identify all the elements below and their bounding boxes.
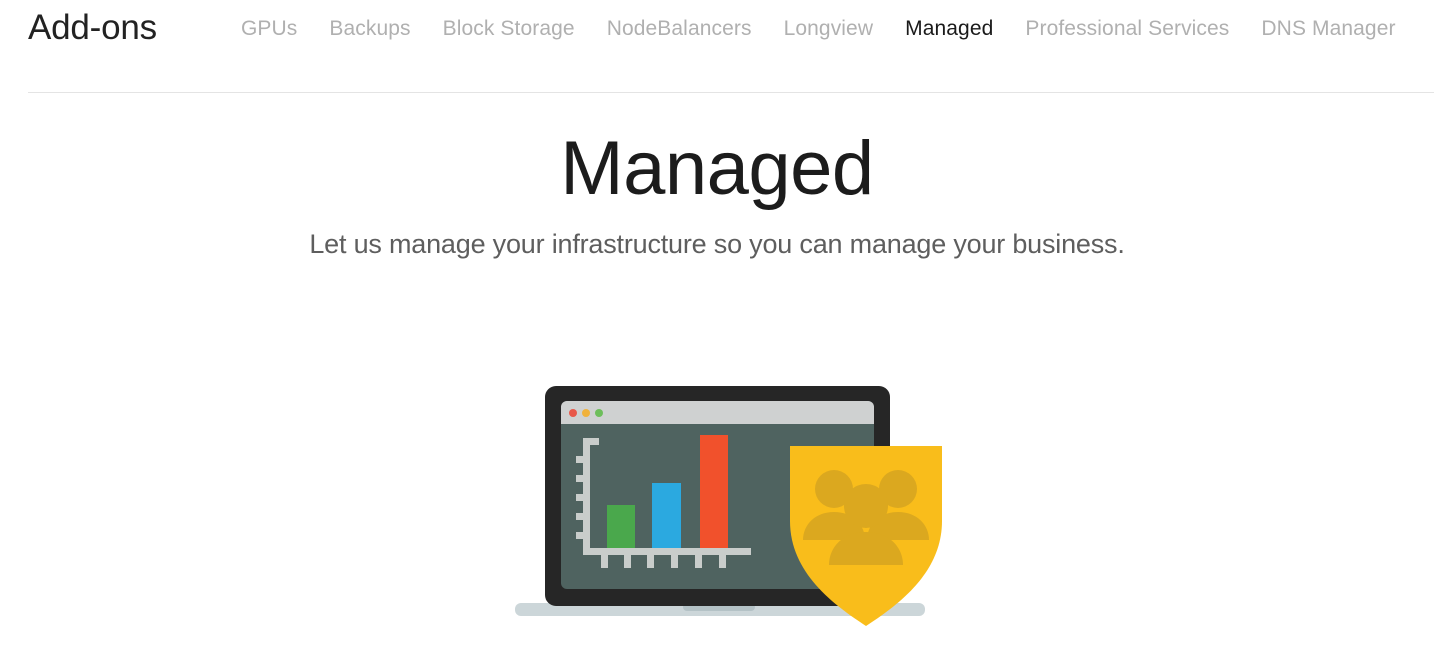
header-inner: Add-ons GPUs Backups Block Storage NodeB… [28,0,1434,92]
person-center-head [844,484,888,528]
chart-y-axis-cap [583,438,599,445]
nav-item-block-storage[interactable]: Block Storage [427,18,591,39]
chart-y-tick [576,475,590,482]
nav-item-nodebalancers[interactable]: NodeBalancers [591,18,768,39]
chart-x-tick [624,555,631,568]
maximize-dot-icon [595,409,603,417]
page-title: Add-ons [28,8,157,47]
chart-y-axis [583,438,590,548]
managed-illustration [497,372,957,640]
nav-item-longview[interactable]: Longview [768,18,890,39]
chart-x-tick [719,555,726,568]
chart-y-tick [576,513,590,520]
chart-x-axis [583,548,751,555]
bar-red [700,435,728,548]
chart-x-tick [647,555,654,568]
nav-item-professional-services[interactable]: Professional Services [1009,18,1245,39]
hero-subtitle: Let us manage your infrastructure so you… [309,229,1125,260]
nav-item-backups[interactable]: Backups [313,18,426,39]
chart-y-tick [576,494,590,501]
nav-item-gpus[interactable]: GPUs [225,18,313,39]
close-dot-icon [569,409,577,417]
chart-x-tick [601,555,608,568]
chart-y-tick [576,456,590,463]
bar-green [607,505,635,548]
page-header: Add-ons GPUs Backups Block Storage NodeB… [0,0,1434,93]
hero-title: Managed [560,126,874,211]
minimize-dot-icon [582,409,590,417]
chart-y-tick [576,532,590,539]
managed-illustration-svg [515,386,942,626]
chart-x-tick [695,555,702,568]
chart-x-tick [671,555,678,568]
addons-nav: GPUs Backups Block Storage NodeBalancers… [225,18,1412,39]
bar-blue [652,483,681,548]
nav-item-managed[interactable]: Managed [889,18,1009,39]
browser-titlebar [561,401,874,424]
nav-item-dns-manager[interactable]: DNS Manager [1245,18,1411,39]
hero-section: Managed Let us manage your infrastructur… [0,93,1434,260]
